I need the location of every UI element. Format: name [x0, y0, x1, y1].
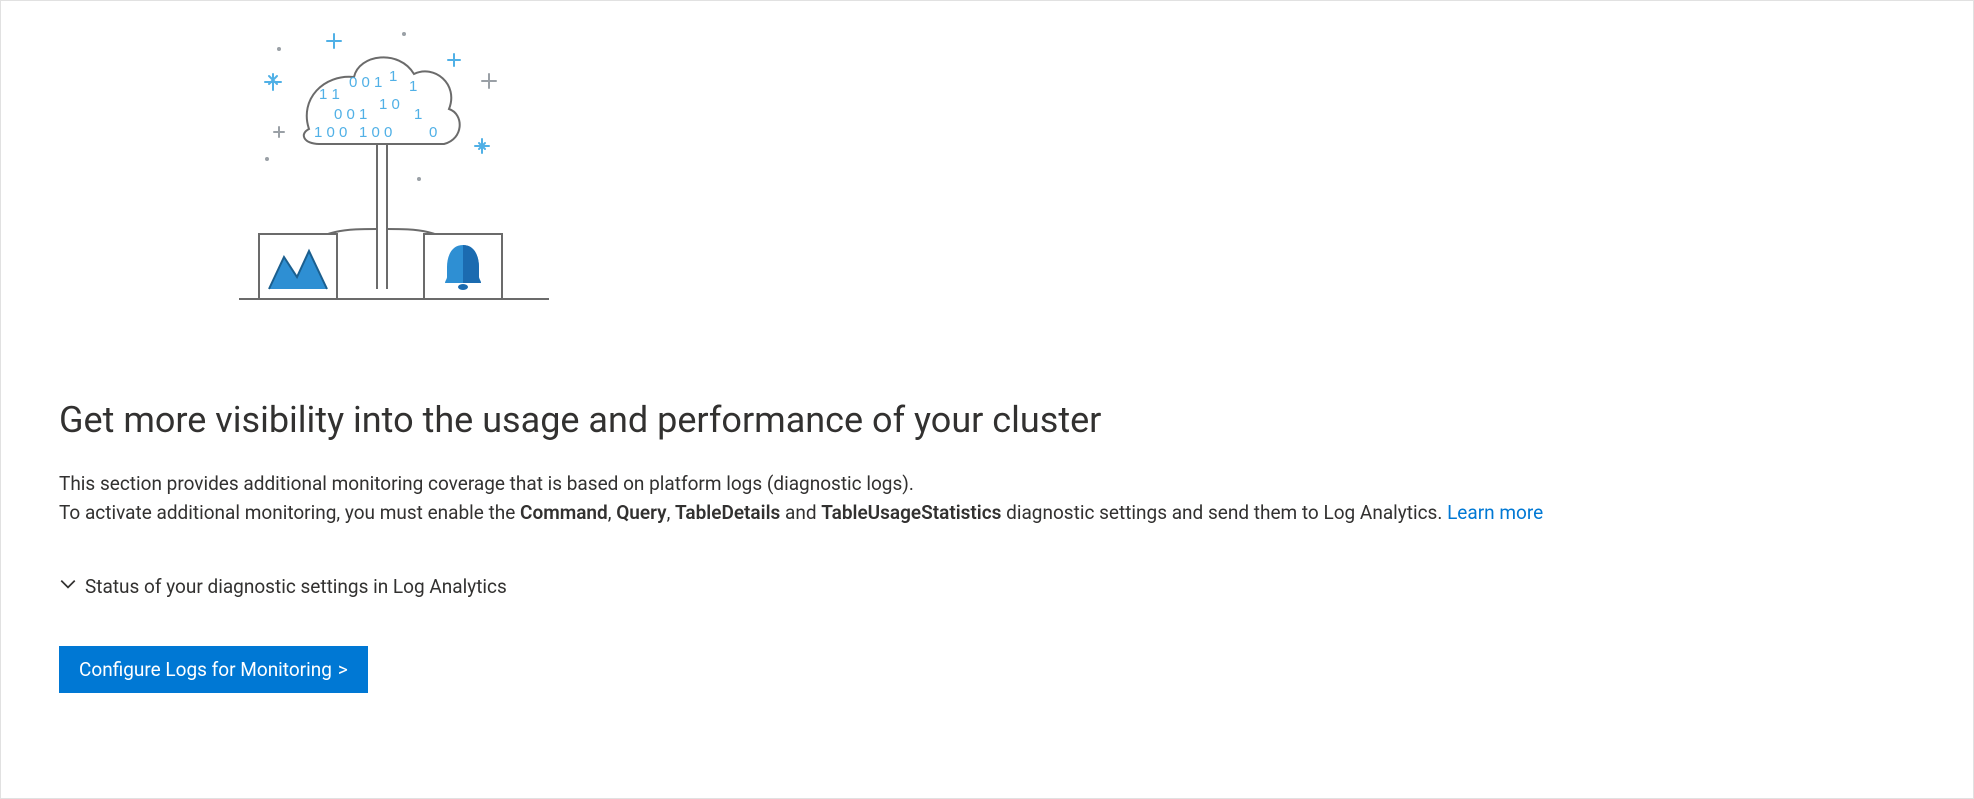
panel-description: This section provides additional monitor… [59, 470, 1915, 527]
desc-comma1: , [608, 501, 616, 524]
desc-and: and [780, 501, 821, 524]
panel-heading: Get more visibility into the usage and p… [59, 399, 1915, 442]
svg-text:1 1: 1 1 [319, 86, 340, 103]
monitoring-empty-state-panel: 1 1 0 0 1 1 1 0 0 1 1 0 1 0 0 1 0 0 1 0 [0, 0, 1974, 799]
desc-bold-tableusage: TableUsageStatistics [821, 501, 1001, 524]
svg-text:1 0: 1 0 [379, 96, 400, 113]
svg-text:1: 1 [389, 68, 397, 85]
desc-bold-command: Command [520, 501, 608, 524]
configure-logs-button[interactable]: Configure Logs for Monitoring > [59, 646, 368, 693]
learn-more-link[interactable]: Learn more [1447, 501, 1543, 524]
svg-text:0 0 1: 0 0 1 [334, 106, 367, 123]
configure-logs-button-label: Configure Logs for Monitoring [79, 658, 332, 681]
desc-line1: This section provides additional monitor… [59, 472, 914, 495]
svg-text:1: 1 [409, 78, 417, 95]
diagnostic-status-expander[interactable]: Status of your diagnostic settings in Lo… [59, 575, 1915, 598]
desc-bold-tabledetails: TableDetails [675, 501, 780, 524]
svg-text:1: 1 [414, 106, 422, 123]
desc-line2-prefix: To activate additional monitoring, you m… [59, 501, 520, 524]
expander-label: Status of your diagnostic settings in Lo… [85, 575, 507, 598]
desc-bold-query: Query [616, 501, 666, 524]
svg-text:1 0 0: 1 0 0 [314, 124, 347, 141]
svg-text:1 0 0: 1 0 0 [359, 124, 392, 141]
desc-line2-suffix: diagnostic settings and send them to Log… [1001, 501, 1447, 524]
svg-text:0: 0 [429, 124, 437, 141]
cloud-monitoring-illustration: 1 1 0 0 1 1 1 0 0 1 1 0 1 0 0 1 0 0 1 0 [239, 19, 619, 359]
chevron-right-icon: > [338, 658, 348, 681]
desc-comma2: , [667, 501, 675, 524]
chevron-down-icon [59, 575, 77, 598]
svg-text:0 0 1: 0 0 1 [349, 74, 382, 91]
